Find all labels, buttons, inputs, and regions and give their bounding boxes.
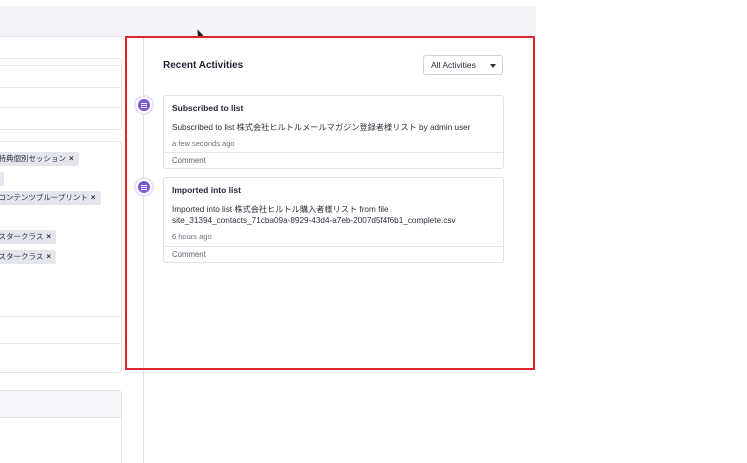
remove-tag-icon[interactable]: × <box>91 193 96 202</box>
remove-tag-icon[interactable]: × <box>46 232 51 241</box>
remove-tag-icon[interactable]: × <box>69 154 74 163</box>
list-icon <box>136 179 152 195</box>
left-tags-card: 会特典個別セッション× × ルコンテンツブループリント× マスタークラス× マス… <box>0 141 122 373</box>
tag-chip[interactable]: × <box>0 172 4 186</box>
left-info-row <box>0 65 121 66</box>
caret-down-icon <box>490 64 496 68</box>
activity-screen: 会特典個別セッション× × ルコンテンツブループリント× マスタークラス× マス… <box>0 0 747 463</box>
activity-card: Imported into list Imported into list 株式… <box>163 177 504 263</box>
left-info-row <box>0 107 121 108</box>
left-lower-card <box>0 390 122 463</box>
activity-filter-value: All Activities <box>431 60 476 70</box>
activity-title: Subscribed to list <box>172 103 244 113</box>
activity-card: Subscribed to list Subscribed to list 株式… <box>163 95 504 169</box>
activity-time: 6 hours ago <box>172 232 212 241</box>
activity-body: Imported into list 株式会社ヒルトル購入者様リスト from … <box>172 205 456 225</box>
left-info-card <box>0 58 122 130</box>
comment-button[interactable]: Comment <box>164 246 503 262</box>
tag-chip[interactable]: マスタークラス× <box>0 230 57 244</box>
tag-label: マスタークラス <box>0 232 44 241</box>
activity-filter-select[interactable]: All Activities <box>423 55 503 75</box>
left-info-row <box>0 87 121 88</box>
comment-label: Comment <box>172 156 206 165</box>
left-info-row <box>0 316 121 317</box>
activity-body: Subscribed to list 株式会社ヒルトルメールマガジン登録者様リス… <box>172 123 471 132</box>
left-lower-card-header <box>0 391 121 418</box>
remove-tag-icon[interactable]: × <box>46 252 51 261</box>
top-header-bar <box>0 6 536 37</box>
tag-chip[interactable]: マスタークラス× <box>0 250 57 264</box>
left-info-row <box>0 343 121 344</box>
list-icon <box>136 97 152 113</box>
tag-chip[interactable]: 会特典個別セッション× <box>0 152 79 166</box>
activity-time: a few seconds ago <box>172 139 235 148</box>
tag-chip[interactable]: ルコンテンツブループリント × <box>0 191 101 205</box>
tag-label: マスタークラス <box>0 252 44 261</box>
comment-label: Comment <box>172 250 206 259</box>
recent-activities-heading: Recent Activities <box>163 60 244 71</box>
activity-title: Imported into list <box>172 185 241 195</box>
tag-label: 会特典個別セッション <box>0 154 66 163</box>
comment-button[interactable]: Comment <box>164 152 503 168</box>
tag-label: ルコンテンツブループリント <box>0 193 88 202</box>
